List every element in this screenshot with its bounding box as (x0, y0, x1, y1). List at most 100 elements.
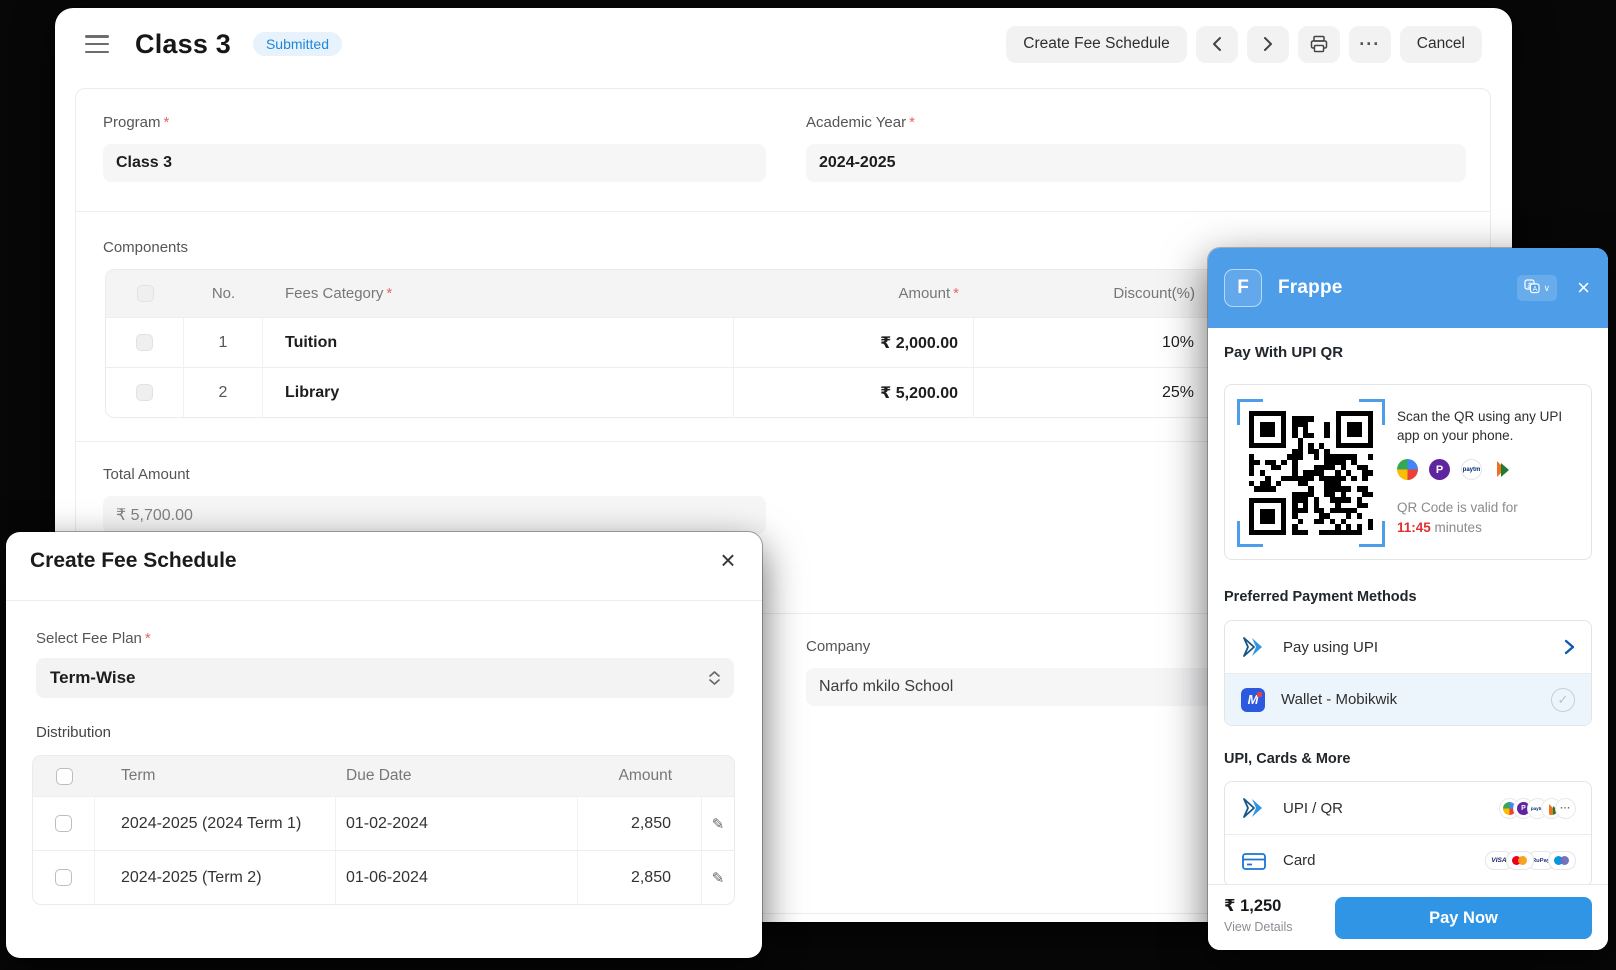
modal-title: Create Fee Schedule (30, 549, 237, 573)
create-fee-schedule-button[interactable]: Create Fee Schedule (1006, 26, 1186, 63)
translate-icon: あA (1524, 279, 1540, 297)
qr-validity-text: QR Code is valid for 11:45 minutes (1397, 498, 1581, 538)
gpay-icon (1397, 459, 1418, 480)
select-all-checkbox[interactable] (56, 768, 73, 785)
col-fees-category: Fees Category* (263, 270, 734, 317)
academic-year-label: Academic Year* (806, 114, 915, 131)
company-label: Company (806, 638, 870, 655)
print-button[interactable] (1298, 26, 1340, 63)
distribution-section-label: Distribution (36, 724, 111, 741)
col-amount: Amount* (734, 270, 974, 317)
components-section-label: Components (103, 239, 188, 256)
cancel-button[interactable]: Cancel (1400, 26, 1482, 63)
mastercard-icon (1507, 852, 1533, 869)
payment-close-button[interactable]: × (1577, 275, 1590, 301)
chevron-right-icon (1262, 36, 1274, 52)
more-apps-icon: ··· (1556, 799, 1575, 818)
payment-header: F Frappe あA ∨ × (1208, 248, 1608, 328)
chevron-right-icon (1564, 639, 1575, 655)
distribution-row-1[interactable]: 2024-2025 (2024 Term 1) 01-02-2024 2,850… (33, 796, 734, 850)
create-fee-schedule-modal: Create Fee Schedule × Select Fee Plan* T… (6, 532, 762, 958)
program-label: Program* (103, 114, 169, 131)
upi-qr-section-title: Pay With UPI QR (1224, 344, 1343, 361)
preferred-methods-title: Preferred Payment Methods (1224, 589, 1417, 605)
chevron-left-icon (1211, 36, 1223, 52)
more-options-button[interactable]: ··· (1349, 26, 1391, 63)
fee-plan-select[interactable]: Term-Wise (36, 658, 734, 698)
row-checkbox[interactable] (136, 334, 153, 351)
distribution-row-2[interactable]: 2024-2025 (Term 2) 01-06-2024 2,850 ✎ (33, 850, 734, 904)
card-network-chips: VISA RuPay (1486, 852, 1575, 869)
distribution-table-header: Term Due Date Amount (33, 756, 734, 796)
distribution-table: Term Due Date Amount 2024-2025 (2024 Ter… (32, 755, 735, 905)
ellipsis-icon: ··· (1359, 34, 1380, 55)
pay-using-upi-item[interactable]: Pay using UPI (1225, 621, 1591, 673)
col-no: No. (184, 270, 263, 317)
payable-amount: ₹ 1,250 (1224, 896, 1281, 916)
paytm-icon: paytm (1461, 459, 1482, 480)
bhim-icon (1493, 459, 1514, 480)
phonepe-icon: P (1429, 459, 1450, 480)
upi-icon (1241, 797, 1267, 819)
modal-close-button[interactable]: × (710, 542, 746, 578)
qr-finder (1249, 411, 1286, 448)
total-amount-field: ₹ 5,700.00 (103, 496, 766, 534)
qr-finder (1249, 498, 1286, 535)
titlebar: Class 3 Submitted Create Fee Schedule ··… (55, 8, 1512, 80)
card-icon (1241, 850, 1267, 872)
preferred-methods-list: Pay using UPI M Wallet - Mobikwik ✓ (1224, 620, 1592, 726)
upi-app-icons: P paytm (1397, 459, 1581, 480)
upi-app-chips: P paytm ··· (1500, 799, 1575, 818)
row-checkbox[interactable] (55, 869, 72, 886)
brand-name: Frappe (1278, 277, 1343, 299)
payment-footer: ₹ 1,250 View Details Pay Now (1208, 884, 1608, 950)
edit-row-button[interactable]: ✎ (702, 797, 734, 850)
pencil-icon: ✎ (712, 870, 725, 887)
check-circle-icon: ✓ (1551, 688, 1575, 712)
language-button[interactable]: あA ∨ (1517, 275, 1558, 301)
screen: Class 3 Submitted Create Fee Schedule ··… (0, 0, 1616, 970)
card-item[interactable]: Card VISA RuPay (1225, 834, 1591, 886)
qr-finder (1336, 411, 1373, 448)
qr-scan-text: Scan the QR using any UPI app on your ph… (1397, 407, 1581, 445)
close-icon: × (1577, 275, 1590, 300)
upi-cards-more-title: UPI, Cards & More (1224, 751, 1351, 767)
payment-panel: F Frappe あA ∨ × Pay With UPI QR (1208, 248, 1608, 950)
svg-text:A: A (1532, 286, 1537, 293)
toolbar-actions: Create Fee Schedule ··· Cancel (1006, 26, 1482, 63)
academic-year-field[interactable]: 2024-2025 (806, 144, 1466, 182)
col-due-date: Due Date (336, 756, 578, 796)
printer-icon (1310, 35, 1328, 53)
wallet-mobikwik-item[interactable]: M Wallet - Mobikwik ✓ (1225, 673, 1591, 725)
maestro-icon (1549, 852, 1575, 869)
fee-plan-label: Select Fee Plan* (36, 630, 151, 647)
row-checkbox[interactable] (136, 384, 153, 401)
qr-timer: 11:45 (1397, 520, 1431, 535)
col-term: Term (95, 756, 336, 796)
close-icon: × (720, 545, 735, 575)
chevron-down-icon: ∨ (1544, 283, 1551, 294)
col-discount: Discount(%) (974, 270, 1210, 317)
edit-row-button[interactable]: ✎ (702, 851, 734, 904)
frappe-logo: F (1224, 269, 1262, 307)
qr-frame (1237, 399, 1385, 547)
prev-button[interactable] (1196, 26, 1238, 63)
qr-box: Scan the QR using any UPI app on your ph… (1224, 384, 1592, 560)
select-caret-icon (709, 671, 720, 685)
pencil-icon: ✎ (712, 816, 725, 833)
upi-cards-more-list: UPI / QR P paytm ··· Card VISA RuPay (1224, 781, 1592, 887)
total-amount-label: Total Amount (103, 466, 190, 483)
select-all-checkbox[interactable] (137, 285, 154, 302)
menu-icon[interactable] (85, 35, 109, 53)
pay-now-button[interactable]: Pay Now (1335, 897, 1592, 939)
status-badge: Submitted (253, 32, 342, 56)
upi-qr-item[interactable]: UPI / QR P paytm ··· (1225, 782, 1591, 834)
upi-icon (1241, 636, 1267, 658)
next-button[interactable] (1247, 26, 1289, 63)
program-field[interactable]: Class 3 (103, 144, 766, 182)
view-details-link[interactable]: View Details (1224, 920, 1293, 934)
page-title: Class 3 (135, 29, 231, 60)
mobikwik-icon: M (1241, 688, 1265, 712)
col-amount: Amount (578, 756, 702, 796)
row-checkbox[interactable] (55, 815, 72, 832)
